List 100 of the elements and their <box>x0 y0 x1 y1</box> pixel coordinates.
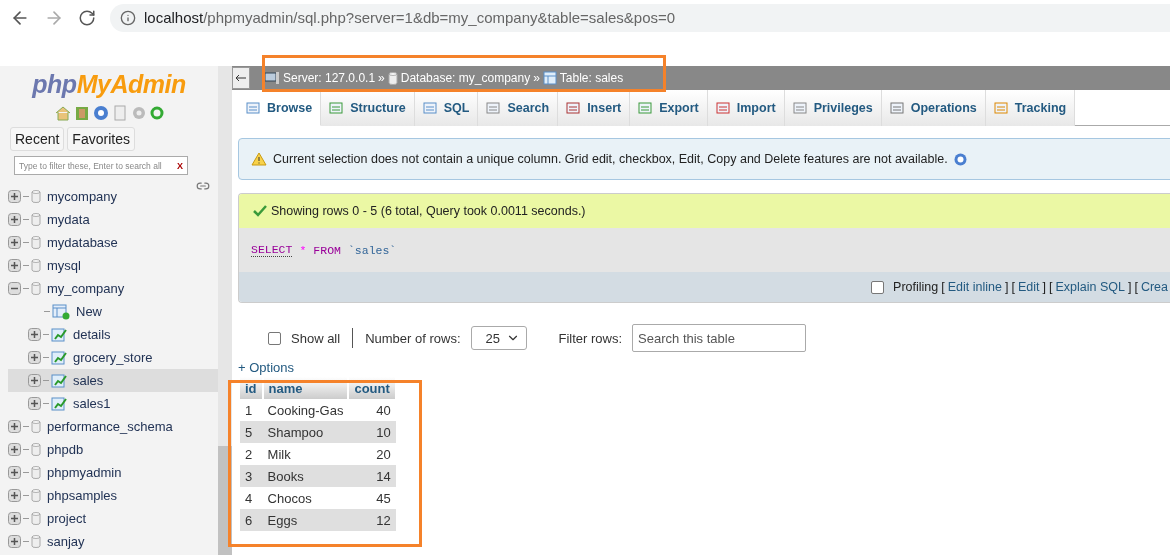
action-link[interactable]: Explain SQL <box>1055 280 1125 294</box>
help-icon[interactable] <box>92 105 109 121</box>
left-arrow-icon <box>235 74 247 82</box>
link-icon[interactable] <box>196 179 210 193</box>
tab[interactable]: Browse <box>238 90 322 126</box>
tab-icon <box>889 101 905 115</box>
sidebar-tab[interactable]: Recent <box>10 127 65 151</box>
breadcrumb-link[interactable]: Server: 127.0.0.1 <box>283 71 376 85</box>
expand-icon[interactable] <box>8 213 21 226</box>
tab-icon <box>638 101 654 115</box>
tree-item[interactable]: phpmyadmin <box>8 461 218 484</box>
tree-item[interactable]: mydatabase <box>8 231 218 254</box>
help-icon[interactable] <box>953 152 967 166</box>
database-icon <box>31 236 41 249</box>
sql-token: `sales` <box>347 243 397 257</box>
tree-item[interactable]: my_company <box>8 277 218 300</box>
notice-text: Current selection does not contain a unique column. Grid edit, checkbox, Edit, Copy and Delete features are not available. <box>273 152 948 166</box>
tab[interactable]: Privileges <box>784 90 882 126</box>
breadcrumb-link[interactable]: Table: sales <box>559 71 624 85</box>
database-icon <box>31 190 41 203</box>
table-cell: Eggs <box>262 509 349 531</box>
tab[interactable]: Insert <box>558 90 631 126</box>
expand-icon[interactable] <box>8 535 21 548</box>
action-link[interactable]: Edit inline <box>947 280 1002 294</box>
action-link[interactable]: Edit <box>1017 280 1040 294</box>
tree-item[interactable]: grocery_store <box>8 346 218 369</box>
tree-item[interactable]: details <box>8 323 218 346</box>
table-cell: 6 <box>240 509 263 531</box>
tab-icon <box>792 101 808 115</box>
breadcrumb-link[interactable]: Database: my_company <box>400 71 531 85</box>
tree-item[interactable]: project <box>8 507 218 530</box>
table-chart-icon <box>51 396 67 411</box>
column-header[interactable]: id <box>240 377 263 399</box>
tab-icon <box>566 101 582 115</box>
expand-icon[interactable] <box>8 512 21 525</box>
logo: phpMyAdmin <box>32 70 186 99</box>
rows-label: Number of rows: <box>365 330 461 346</box>
show-all-label: Show all <box>291 330 341 346</box>
table-cell: 45 <box>348 487 396 509</box>
tree-item[interactable]: New <box>8 300 218 323</box>
tree-item[interactable]: mydata <box>8 208 218 231</box>
tab[interactable]: Export <box>630 90 708 126</box>
database-icon <box>387 71 398 85</box>
search-icon <box>486 101 502 115</box>
table-cell: 5 <box>240 421 263 443</box>
tab[interactable]: Structure <box>321 90 415 126</box>
tree-item[interactable]: performance_schema <box>8 415 218 438</box>
expand-icon[interactable] <box>8 466 21 479</box>
table-cell: 10 <box>348 421 396 443</box>
collapse-sidebar-button[interactable] <box>232 67 250 89</box>
table-cell: 4 <box>240 487 263 509</box>
breadcrumb-separator: » <box>533 71 540 85</box>
tree-item[interactable]: sanjay <box>8 530 218 553</box>
address-bar[interactable]: localhost/phpmyadmin/sql.php?server=1&db=my_company&table=sales&pos=0 <box>110 3 1170 32</box>
expand-icon[interactable] <box>28 397 41 410</box>
tree-item[interactable]: phpdb <box>8 438 218 461</box>
checkbox[interactable] <box>268 331 281 345</box>
filter-label: Filter rows: <box>558 330 623 346</box>
tree-item[interactable]: mysql <box>8 254 218 277</box>
tree-item[interactable]: mycompany <box>8 185 218 208</box>
sql-token: * <box>299 243 307 257</box>
tree-item[interactable]: sales1 <box>8 392 218 415</box>
tab-icon <box>993 101 1009 115</box>
server-icon <box>264 71 280 85</box>
tree-item[interactable]: sales <box>8 369 218 392</box>
tab[interactable]: Tracking <box>985 90 1076 126</box>
tab[interactable]: SQL <box>414 90 479 126</box>
expand-icon[interactable] <box>28 328 41 341</box>
expand-icon[interactable] <box>8 259 21 272</box>
action-link[interactable]: Crea <box>1140 280 1168 294</box>
table-cell: 14 <box>348 465 396 487</box>
tab[interactable]: Search <box>478 90 559 126</box>
info-icon <box>120 9 136 26</box>
expand-icon[interactable] <box>28 351 41 364</box>
breadcrumb-separator: » <box>378 71 385 85</box>
expand-icon[interactable] <box>8 420 21 433</box>
bracket: [ <box>1048 280 1053 294</box>
tab[interactable]: Operations <box>881 90 986 126</box>
filter-rows-field[interactable]: Search this table <box>632 324 807 352</box>
tree-item[interactable]: phpsamples <box>8 484 218 507</box>
database-icon <box>31 535 41 548</box>
clear-filter-button[interactable]: X <box>177 160 183 171</box>
expand-icon[interactable] <box>8 489 21 502</box>
expand-icon[interactable] <box>28 374 41 387</box>
bracket: [ <box>1134 280 1138 294</box>
options-link[interactable]: + Options <box>238 360 294 376</box>
collapse-icon[interactable] <box>8 282 21 295</box>
expand-icon[interactable] <box>8 190 21 203</box>
expand-icon[interactable] <box>8 443 21 456</box>
table-icon <box>542 71 557 85</box>
database-icon <box>31 259 41 272</box>
table-cell: Books <box>262 465 349 487</box>
filter-field[interactable]: Type to filter these, Enter to search all X <box>14 156 188 175</box>
expand-icon[interactable] <box>8 236 21 249</box>
reload-icon[interactable] <box>78 8 96 27</box>
tab[interactable]: Import <box>707 90 785 126</box>
sql-token: SELECT <box>251 243 293 257</box>
rows-select[interactable]: 25 <box>470 326 527 350</box>
sidebar-tab[interactable]: Favorites <box>67 127 135 151</box>
checkbox[interactable] <box>871 280 885 294</box>
